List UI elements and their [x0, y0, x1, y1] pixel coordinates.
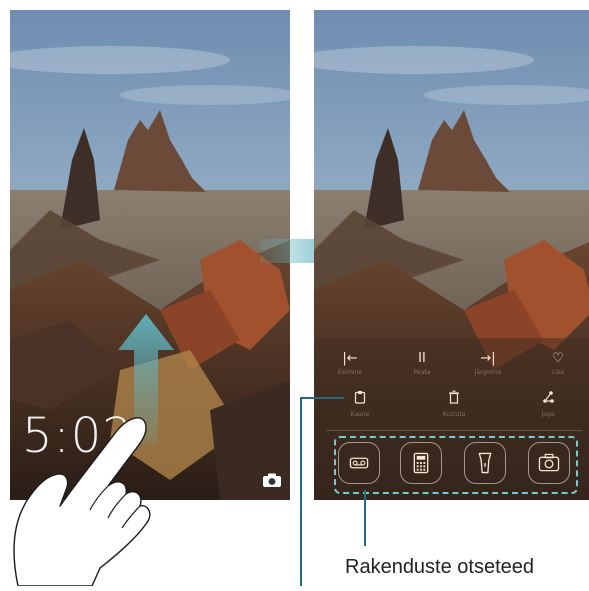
flashlight-shortcut[interactable]: [464, 442, 506, 484]
callout-line-vertical: [300, 398, 302, 586]
control-label: Kustuta: [442, 411, 466, 418]
callout-line-shortcuts: [364, 490, 366, 546]
pause-icon: II: [418, 351, 426, 366]
calculator-shortcut[interactable]: [400, 442, 442, 484]
delete-control[interactable]: Kustuta: [430, 390, 478, 418]
heart-icon: ♡: [552, 351, 564, 366]
control-label: Järgmine: [474, 369, 502, 376]
camera-icon: [529, 443, 569, 483]
cover-control[interactable]: Kaane: [336, 390, 384, 418]
clipboard-icon: [336, 390, 384, 408]
calculator-icon: [401, 443, 441, 483]
callout-caption: Rakenduste otseteed: [345, 556, 535, 578]
camera-shortcut-icon[interactable]: [262, 472, 282, 488]
share-control[interactable]: Jaga: [524, 390, 572, 418]
control-label: Peata: [413, 369, 431, 376]
control-label: Lisa: [552, 369, 564, 376]
trash-icon: [430, 390, 478, 408]
share-icon: [524, 390, 572, 408]
camera-shortcut[interactable]: [528, 442, 570, 484]
flashlight-icon: [465, 443, 505, 483]
recorder-shortcut[interactable]: [338, 442, 380, 484]
control-label: Jaga: [541, 411, 555, 418]
next-control[interactable]: →| Järgmine: [464, 351, 512, 377]
favorite-control[interactable]: ♡ Lisa: [534, 351, 582, 377]
rewind-icon: |←: [342, 351, 358, 366]
next-icon: →|: [480, 351, 496, 366]
lockscreen-right: |← Eelmine II Peata →| Järgmine ♡ Lisa K…: [314, 10, 589, 500]
previous-control[interactable]: |← Eelmine: [326, 351, 374, 377]
control-label: Eelmine: [337, 369, 363, 376]
callout-line-horizontal: [300, 397, 344, 399]
panel-divider: [326, 430, 582, 431]
recorder-icon: [339, 443, 379, 483]
control-label: Kaane: [350, 411, 370, 418]
hand-gesture-illustration: [0, 398, 170, 587]
magazine-unlock-panel: |← Eelmine II Peata →| Järgmine ♡ Lisa K…: [314, 338, 589, 500]
pause-control[interactable]: II Peata: [398, 351, 446, 377]
